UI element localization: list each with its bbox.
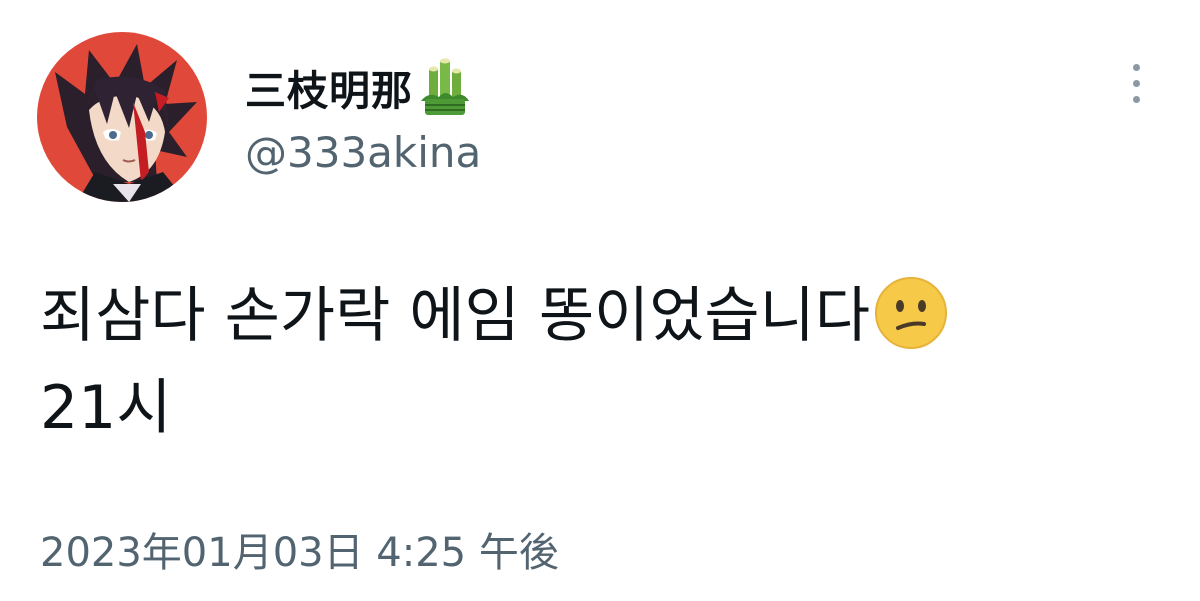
more-options-dot [1133,80,1140,87]
user-handle[interactable]: @333akina [245,128,481,177]
tweet-line-2: 21시 [40,373,172,443]
kadomatsu-icon [419,57,471,117]
avatar[interactable] [37,32,207,202]
confused-face-emoji-icon [874,276,948,350]
anime-character-avatar-icon [37,32,207,202]
tweet-timestamp[interactable]: 2023年01月03日 4:25 午後 [40,520,559,578]
tweet-card: 三枝明那 @333akina 죄삼다 손가락 에임 똥이었습니다 21시 202… [0,0,1200,601]
display-name-row[interactable]: 三枝明那 [245,52,471,122]
tweet-line-1-text: 죄삼다 손가락 에임 똥이었습니다 [40,281,871,351]
tweet-line-1: 죄삼다 손가락 에임 똥이었습니다 [40,270,1180,362]
more-options-vertical-icon [1133,64,1140,71]
tweet-text: 죄삼다 손가락 에임 똥이었습니다 21시 [40,270,1180,454]
display-name: 三枝明那 [245,67,413,115]
more-options-dot [1133,96,1140,103]
more-options-button[interactable] [1118,55,1158,115]
